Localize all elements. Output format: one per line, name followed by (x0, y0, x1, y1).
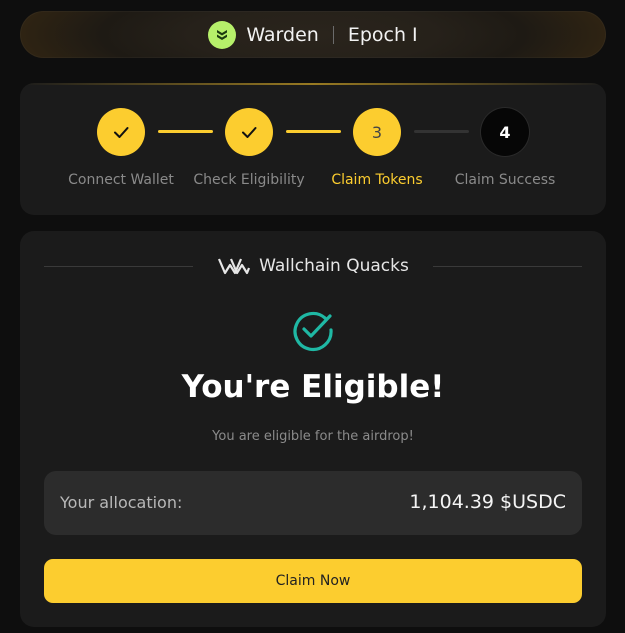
allocation-value: 1,104.39 $USDC (409, 491, 566, 513)
divider-left (44, 265, 194, 267)
partner-name: Wallchain Quacks (259, 256, 409, 276)
warden-logo-icon (208, 20, 237, 49)
step-connector-3 (414, 130, 469, 133)
step-3-claim-tokens: 3 (353, 108, 401, 156)
eligibility-card: Wallchain Quacks You're Eligible! You ar… (20, 231, 606, 627)
step-number: 3 (371, 122, 383, 142)
brand-name: Warden (246, 23, 319, 46)
app-header: Warden Epoch I (20, 11, 606, 58)
step-connector-2 (286, 130, 341, 133)
eligibility-title: You're Eligible! (181, 369, 445, 405)
claim-now-button[interactable]: Claim Now (44, 559, 582, 603)
eligibility-subtitle: You are eligible for the airdrop! (212, 429, 414, 444)
step-2-check-eligibility (225, 108, 273, 156)
allocation-label: Your allocation: (60, 493, 183, 512)
step-connector-1 (158, 130, 213, 133)
divider-right (432, 265, 582, 267)
claim-stepper: 3 4 Connect Wallet Check Eligibility Cla… (20, 83, 606, 215)
step-label: Check Eligibility (193, 172, 305, 188)
allocation-box: Your allocation: 1,104.39 $USDC (44, 471, 582, 535)
wallchain-logo-icon (218, 258, 251, 275)
step-number: 4 (499, 122, 511, 142)
epoch-label: Epoch I (347, 23, 418, 46)
header-content: Warden Epoch I (208, 20, 418, 49)
step-label-active: Claim Tokens (331, 172, 423, 188)
partner-row: Wallchain Quacks (44, 251, 582, 281)
step-label: Claim Success (454, 172, 556, 188)
step-4-claim-success: 4 (481, 108, 529, 156)
partner-brand: Wallchain Quacks (193, 256, 433, 276)
step-label: Connect Wallet (68, 172, 174, 188)
header-divider (332, 25, 334, 44)
check-icon (242, 127, 257, 138)
stepper-glow (20, 83, 606, 85)
check-icon (114, 127, 129, 138)
check-circle-icon (293, 311, 333, 352)
step-1-connect-wallet (97, 108, 145, 156)
